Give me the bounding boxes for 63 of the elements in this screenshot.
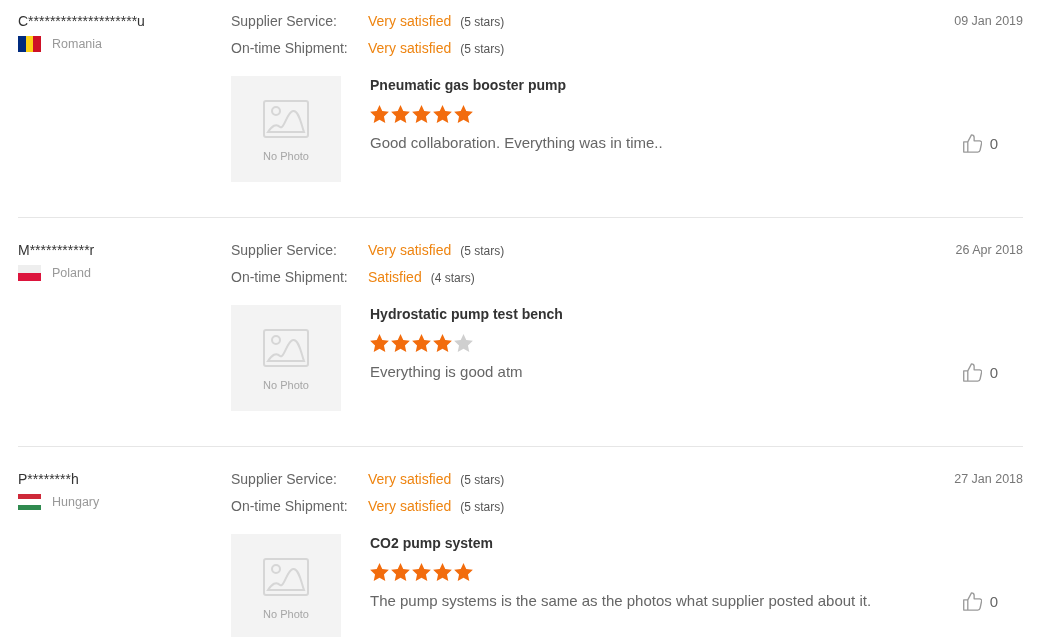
- star-icon: [454, 105, 473, 123]
- rating-stars-count: (5 stars): [460, 243, 505, 260]
- like-button[interactable]: 0: [962, 363, 998, 382]
- star-icon: [391, 105, 410, 123]
- star-icon: [412, 563, 431, 581]
- review-date: 26 Apr 2018: [955, 242, 1023, 259]
- star-icon: [370, 105, 389, 123]
- review-date: 27 Jan 2018: [954, 471, 1023, 488]
- product-name: Hydrostatic pump test bench: [370, 305, 563, 323]
- no-photo-label: No Photo: [263, 379, 309, 391]
- flag-icon: [18, 265, 41, 281]
- star-icon: [391, 563, 410, 581]
- rating-value: Very satisfied: [368, 497, 452, 516]
- thumbs-up-icon: [962, 592, 982, 611]
- rating-value: Very satisfied: [368, 12, 452, 31]
- rating-label: Supplier Service:: [231, 470, 338, 489]
- product-name: Pneumatic gas booster pump: [370, 76, 567, 94]
- rating-stars-count: (5 stars): [460, 472, 505, 489]
- flag-icon: [18, 36, 41, 52]
- star-icon: [454, 334, 473, 352]
- image-icon: [263, 100, 309, 138]
- rating-value: Very satisfied: [368, 470, 452, 489]
- rating-value: Very satisfied: [368, 241, 452, 260]
- rating-label: Supplier Service:: [231, 241, 338, 260]
- review-comment: Good collaboration. Everything was in time..: [370, 133, 663, 153]
- rating-label: On-time Shipment:: [231, 39, 349, 58]
- buyer-name: M***********r: [18, 241, 95, 260]
- review-comment: Everything is good atm: [370, 362, 523, 382]
- flag-icon: [18, 494, 41, 510]
- country-name: Romania: [52, 37, 103, 51]
- review-comment: The pump systems is the same as the photos what supplier posted about it.: [370, 591, 872, 611]
- rating-stars-count: (5 stars): [460, 41, 505, 58]
- country-name: Poland: [52, 266, 91, 280]
- rating-stars-count: (4 stars): [430, 270, 475, 287]
- thumbs-up-icon: [962, 363, 982, 382]
- no-photo-label: No Photo: [263, 608, 309, 620]
- star-icon: [412, 105, 431, 123]
- rating-value: Satisfied: [368, 268, 422, 287]
- image-icon: [263, 558, 309, 596]
- like-button[interactable]: 0: [962, 134, 998, 153]
- rating-label: On-time Shipment:: [231, 497, 349, 516]
- star-icon: [370, 563, 389, 581]
- rating-stars-count: (5 stars): [460, 499, 505, 516]
- buyer-name: C********************u: [18, 12, 145, 31]
- like-button[interactable]: 0: [962, 592, 998, 611]
- thumbs-up-icon: [962, 134, 982, 153]
- no-photo-label: No Photo: [263, 150, 309, 162]
- rating-value: Very satisfied: [368, 39, 452, 58]
- star-icon: [391, 334, 410, 352]
- rating-stars-count: (5 stars): [460, 14, 505, 31]
- star-icon: [454, 563, 473, 581]
- star-icon: [433, 334, 452, 352]
- star-icon: [433, 563, 452, 581]
- rating-label: Supplier Service:: [231, 12, 338, 31]
- review-date: 09 Jan 2019: [954, 13, 1023, 30]
- product-name: CO2 pump system: [370, 534, 493, 552]
- image-icon: [263, 329, 309, 367]
- star-icon: [433, 105, 452, 123]
- country-name: Hungary: [52, 495, 100, 509]
- star-icon: [370, 334, 389, 352]
- rating-label: On-time Shipment:: [231, 268, 349, 287]
- buyer-name: P********h: [18, 470, 79, 489]
- star-icon: [412, 334, 431, 352]
